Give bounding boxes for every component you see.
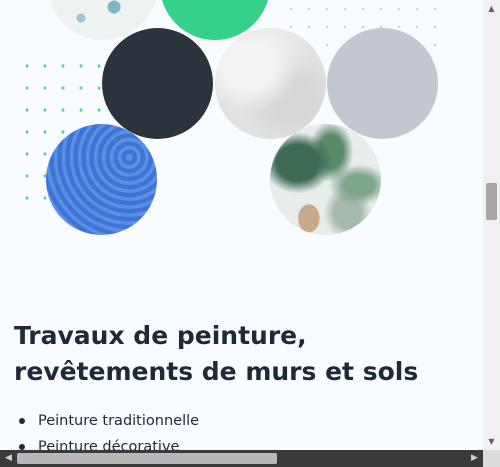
services-list: Peinture traditionnelle Peinture décorat… (14, 408, 199, 450)
marble-texture-swatch (215, 28, 326, 139)
scroll-up-arrow-icon[interactable]: ▲ (483, 0, 500, 17)
dark-color-swatch (102, 28, 213, 139)
horizontal-scrollbar[interactable]: ◀ ▶ (0, 450, 483, 467)
scroll-right-arrow-icon[interactable]: ▶ (466, 450, 483, 467)
tropical-wallpaper-room-swatch (270, 124, 381, 235)
scroll-left-arrow-icon[interactable]: ◀ (0, 450, 17, 467)
vertical-scroll-thumb[interactable] (486, 183, 497, 220)
list-item: Peinture décorative (18, 434, 199, 450)
horizontal-scroll-thumb[interactable] (17, 453, 277, 464)
blue-paint-texture-swatch (46, 124, 157, 235)
vertical-scrollbar[interactable]: ▲ ▼ (483, 0, 500, 450)
scrollbar-corner (483, 450, 500, 467)
scroll-down-arrow-icon[interactable]: ▼ (483, 433, 500, 450)
section-title: Travaux de peinture, revêtements de murs… (14, 321, 419, 386)
grey-color-swatch (327, 28, 438, 139)
list-item: Peinture traditionnelle (18, 408, 199, 434)
page-content: Travaux de peinture, revêtements de murs… (0, 0, 483, 450)
